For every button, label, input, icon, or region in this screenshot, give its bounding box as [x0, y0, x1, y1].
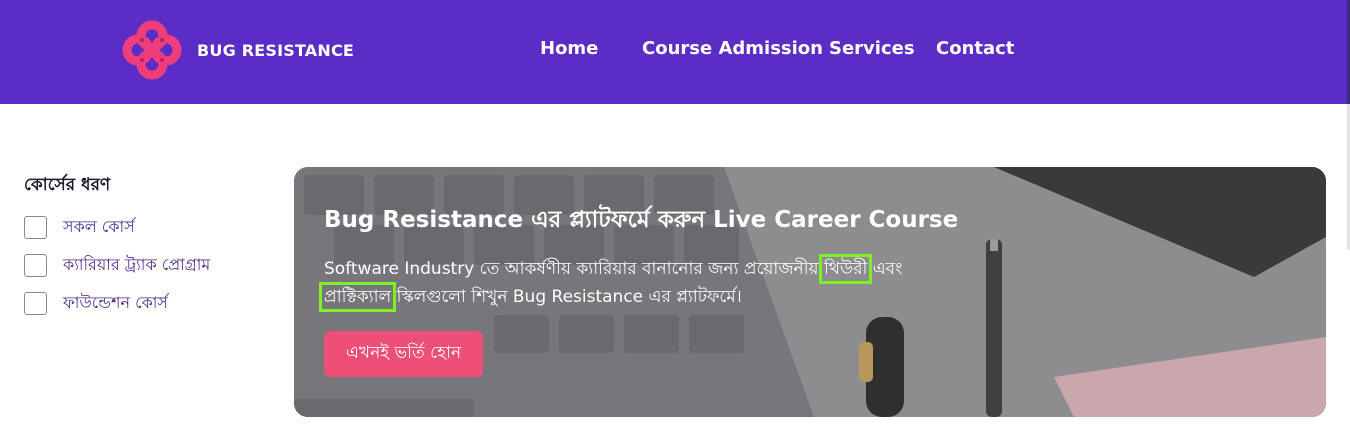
nav-services[interactable]: Services [829, 38, 915, 59]
nav-home[interactable]: Home [540, 38, 598, 59]
top-navbar: BUG RESISTANCE Home Course Admission Ser… [0, 0, 1347, 104]
brand-name: BUG RESISTANCE [197, 40, 355, 60]
hero-description: Software Industry তে আকর্ষণীয় ক্যারিয়া… [318, 254, 964, 312]
nav-contact[interactable]: Contact [936, 38, 1014, 59]
hero-banner: Bug Resistance এর প্ল্যাটফর্মে করুন Live… [294, 167, 1326, 417]
checkbox[interactable] [24, 291, 47, 315]
hero-desc-text: Software Industry তে আকর্ষণীয় ক্যারিয়া… [324, 259, 824, 279]
filter-option-label: সকল কোর্স [63, 216, 135, 236]
brand-logo-link[interactable]: BUG RESISTANCE [120, 18, 354, 82]
nav-course-admission[interactable]: Course Admission [642, 38, 823, 59]
course-type-filter: কোর্সের ধরণ সকল কোর্স ক্যারিয়ার ট্র্যাক… [24, 172, 210, 328]
hero-desc-text: স্কিলগুলো শিখুন Bug Resistance এর প্ল্যা… [391, 287, 742, 307]
filter-option-all-courses[interactable]: সকল কোর্স [24, 214, 210, 240]
enroll-now-button[interactable]: এখনই ভর্তি হোন [324, 331, 484, 377]
interlocking-rings-logo-icon [122, 20, 182, 80]
filter-option-career-track[interactable]: ক্যারিয়ার ট্র্যাক প্রোগ্রাম [24, 252, 210, 278]
filter-option-label: ক্যারিয়ার ট্র্যাক প্রোগ্রাম [63, 254, 211, 274]
hero-title: Bug Resistance এর প্ল্যাটফর্মে করুন Live… [324, 207, 959, 233]
hero-desc-text: এবং [867, 259, 903, 279]
filter-title: কোর্সের ধরণ [24, 175, 111, 195]
checkbox[interactable] [24, 253, 47, 277]
checkbox[interactable] [24, 215, 47, 239]
filter-option-foundation[interactable]: ফাউন্ডেশন কোর্স [24, 290, 210, 316]
filter-option-label: ফাউন্ডেশন কোর্স [63, 292, 168, 312]
highlighted-word-practical: প্রাক্টিক্যাল [318, 282, 397, 312]
highlighted-word-theory: থিউরী [818, 254, 873, 284]
